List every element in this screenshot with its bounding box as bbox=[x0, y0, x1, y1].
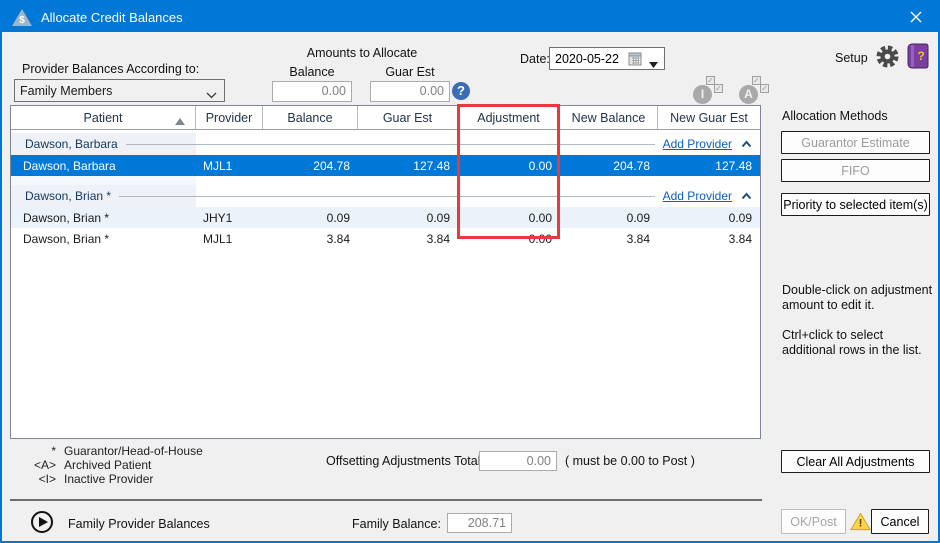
offsetting-total-field: 0.00 bbox=[479, 451, 557, 471]
provider-balances-select[interactable]: Family Members bbox=[14, 79, 225, 102]
column-header-patient[interactable]: Patient bbox=[11, 106, 196, 129]
provider-balances-value: Family Members bbox=[20, 84, 112, 98]
chevron-down-icon bbox=[206, 88, 217, 102]
add-provider-link[interactable]: Add Provider bbox=[663, 189, 732, 203]
ok-post-button[interactable]: OK/Post bbox=[781, 509, 846, 534]
dollar-triangle-icon: $ bbox=[12, 9, 32, 26]
footer-divider bbox=[10, 499, 762, 501]
adjustment-cell[interactable]: 0.00 bbox=[458, 232, 560, 246]
column-header-provider[interactable]: Provider bbox=[196, 106, 263, 129]
collapse-caret-icon[interactable] bbox=[741, 192, 752, 200]
title-bar: $ Allocate Credit Balances bbox=[2, 2, 938, 32]
table-row[interactable]: Dawson, Brian * JHY1 0.09 0.09 0.00 0.09… bbox=[11, 207, 760, 228]
allocate-credit-balances-dialog: $ Allocate Credit Balances Provider Bala… bbox=[0, 0, 940, 543]
legend-archived-symbol: <A> bbox=[26, 458, 56, 472]
play-icon[interactable] bbox=[31, 511, 53, 533]
allocate-tool-letter: A bbox=[739, 85, 758, 104]
legend-star-text: Guarantor/Head-of-House bbox=[64, 444, 203, 458]
adjustment-cell[interactable]: 0.00 bbox=[458, 159, 560, 173]
date-picker[interactable]: 2020-05-22 bbox=[549, 47, 665, 70]
column-header-new-balance[interactable]: New Balance bbox=[560, 106, 658, 129]
gear-icon[interactable] bbox=[874, 43, 901, 73]
amounts-to-allocate-header: Amounts to Allocate bbox=[272, 46, 452, 60]
balance-column-label: Balance bbox=[272, 65, 352, 79]
add-provider-link[interactable]: Add Provider bbox=[663, 137, 732, 151]
provider-balances-label: Provider Balances According to: bbox=[22, 62, 199, 76]
calendar-icon[interactable] bbox=[628, 52, 642, 69]
fifo-button[interactable]: FIFO bbox=[781, 159, 930, 182]
table-row[interactable]: Dawson, Brian * MJL1 3.84 3.84 0.00 3.84… bbox=[11, 228, 760, 249]
help-question-icon[interactable]: ? bbox=[452, 82, 470, 100]
collapse-caret-icon[interactable] bbox=[741, 140, 752, 148]
table-header: Patient Provider Balance Guar Est Adjust… bbox=[11, 106, 760, 130]
cancel-button[interactable]: Cancel bbox=[871, 509, 929, 534]
column-header-guar-est[interactable]: Guar Est bbox=[358, 106, 458, 129]
guar-est-column-label: Guar Est bbox=[370, 65, 450, 79]
group-divider-line bbox=[126, 144, 655, 145]
legend-star-symbol: * bbox=[26, 444, 56, 458]
svg-text:$: $ bbox=[19, 15, 25, 26]
tip-ctrl-click: Ctrl+click to select additional rows in … bbox=[782, 328, 940, 358]
priority-selected-button[interactable]: Priority to selected item(s) bbox=[781, 193, 930, 216]
date-value: 2020-05-22 bbox=[555, 52, 619, 66]
income-transfer-icon: ✓ ✓ I bbox=[693, 76, 723, 104]
legend-archived-text: Archived Patient bbox=[64, 458, 151, 472]
offsetting-total-label: Offsetting Adjustments Total: bbox=[326, 454, 484, 468]
guarantor-estimate-button[interactable]: Guarantor Estimate bbox=[781, 131, 930, 154]
group-header-dawson-brian: Dawson, Brian * Add Provider bbox=[11, 185, 760, 207]
income-transfer-letter: I bbox=[693, 85, 712, 104]
legend-inactive-text: Inactive Provider bbox=[64, 472, 153, 486]
adjustment-cell[interactable]: 0.00 bbox=[458, 211, 560, 225]
sort-ascending-icon bbox=[175, 114, 185, 128]
setup-label: Setup bbox=[835, 51, 868, 65]
family-balance-field: 208.71 bbox=[447, 513, 512, 533]
svg-text:?: ? bbox=[917, 49, 924, 63]
window-title: Allocate Credit Balances bbox=[41, 10, 183, 25]
group-name: Dawson, Barbara bbox=[25, 137, 118, 151]
family-provider-balances-label: Family Provider Balances bbox=[68, 517, 210, 531]
group-header-dawson-barbara: Dawson, Barbara Add Provider bbox=[11, 133, 760, 155]
column-header-balance[interactable]: Balance bbox=[263, 106, 358, 129]
allocation-methods-title: Allocation Methods bbox=[782, 109, 888, 123]
offsetting-note: ( must be 0.00 to Post ) bbox=[565, 454, 695, 468]
group-name: Dawson, Brian * bbox=[25, 189, 111, 203]
date-label: Date: bbox=[520, 52, 550, 66]
guar-est-to-allocate-field: 0.00 bbox=[370, 81, 450, 102]
legend-inactive-symbol: <I> bbox=[26, 472, 56, 486]
allocate-tool-icon: ✓ ✓ A bbox=[739, 76, 769, 104]
warning-icon: ! bbox=[850, 512, 871, 534]
balance-to-allocate-field: 0.00 bbox=[272, 81, 352, 102]
column-header-label: Patient bbox=[84, 111, 123, 125]
help-manual-book-icon[interactable]: ? bbox=[907, 43, 930, 73]
family-balance-label: Family Balance: bbox=[352, 517, 440, 531]
svg-text:!: ! bbox=[859, 518, 863, 530]
column-header-adjustment[interactable]: Adjustment bbox=[458, 106, 560, 129]
tip-double-click: Double-click on adjustment amount to edi… bbox=[782, 283, 940, 313]
close-icon[interactable] bbox=[894, 2, 938, 32]
column-header-new-guar-est[interactable]: New Guar Est bbox=[658, 106, 760, 129]
table-row[interactable]: Dawson, Barbara MJL1 204.78 127.48 0.00 … bbox=[11, 155, 760, 176]
credit-balances-table: Patient Provider Balance Guar Est Adjust… bbox=[10, 105, 761, 439]
date-dropdown-arrow-icon[interactable] bbox=[649, 57, 658, 71]
group-divider-line bbox=[119, 196, 655, 197]
clear-all-adjustments-button[interactable]: Clear All Adjustments bbox=[781, 450, 930, 473]
